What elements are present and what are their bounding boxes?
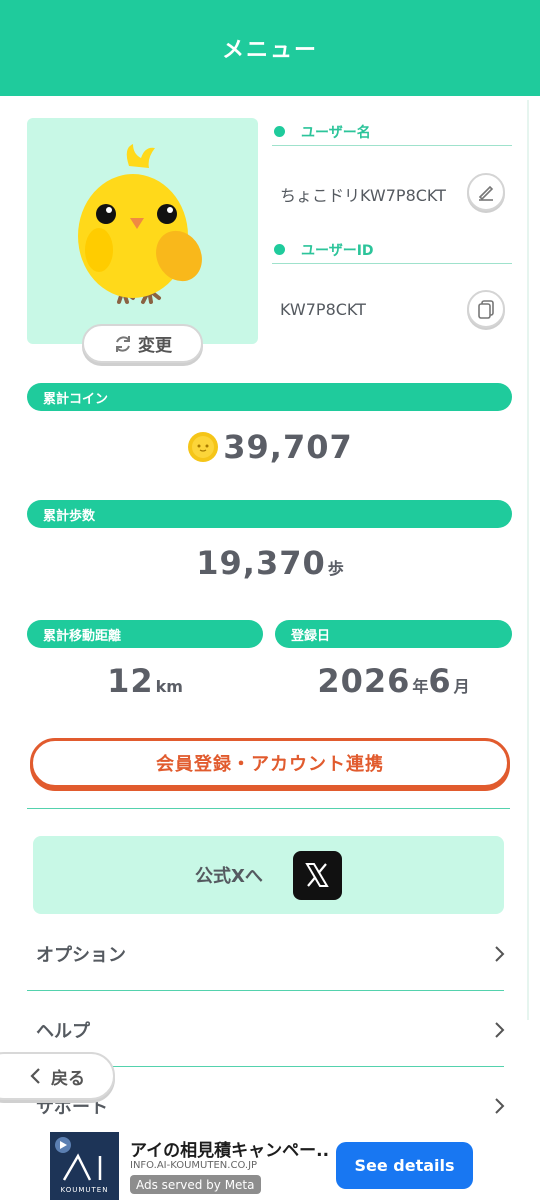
divider	[27, 808, 510, 809]
menu-item-label: ヘルプ	[36, 1021, 90, 1042]
username-label: ユーザー名	[301, 124, 371, 141]
change-avatar-label: 変更	[138, 336, 172, 356]
registered-stat: 2026 年 6 月	[275, 662, 512, 700]
official-x-label: 公式Xへ	[195, 866, 263, 887]
menu-item-options[interactable]: オプション	[36, 934, 506, 974]
app-header: メニュー	[0, 0, 540, 96]
back-label: 戻る	[51, 1068, 85, 1089]
register-account-button[interactable]: 会員登録・アカウント連携	[30, 738, 510, 788]
distance-stat: 12 km	[27, 662, 263, 700]
menu-item-label: オプション	[36, 945, 126, 966]
registered-month-unit: 月	[453, 677, 470, 696]
copy-icon	[478, 300, 494, 319]
bullet-dot	[274, 126, 285, 137]
steps-header: 累計歩数	[27, 500, 512, 528]
distance-value: 12	[107, 662, 154, 700]
userid-value: KW7P8CKT	[280, 300, 366, 319]
coins-value: 39,707	[223, 428, 353, 466]
official-x-link[interactable]: 公式Xへ	[33, 836, 504, 914]
chevron-right-icon	[495, 946, 505, 962]
steps-value: 19,370	[196, 544, 326, 582]
edit-username-button[interactable]	[467, 173, 505, 211]
back-button[interactable]: 戻る	[0, 1052, 115, 1100]
username-value: ちょこドリKW7P8CKT	[280, 186, 446, 205]
chevron-right-icon	[495, 1098, 505, 1114]
ad-logo-text: KOUMUTEN	[60, 1186, 109, 1194]
refresh-icon	[116, 335, 130, 352]
userid-label-row: ユーザーID	[272, 236, 512, 264]
chevron-left-icon	[30, 1068, 40, 1084]
divider	[27, 990, 504, 991]
steps-unit: 歩	[327, 559, 344, 578]
coins-stat: 39,707	[0, 428, 540, 466]
coin-icon	[188, 432, 219, 462]
avatar	[27, 118, 258, 344]
userid-label: ユーザーID	[301, 242, 374, 259]
registered-header: 登録日	[275, 620, 512, 648]
distance-unit: km	[155, 677, 183, 696]
menu-screen: メニュー 変更 ユーザー名 ちょこドリKW7P8CKT ユーザーID KW7P8…	[0, 0, 540, 1200]
username-label-row: ユーザー名	[272, 118, 512, 146]
coins-header: 累計コイン	[27, 383, 512, 411]
change-avatar-button[interactable]: 変更	[82, 324, 203, 363]
page-title: メニュー	[221, 38, 318, 63]
x-logo-icon	[292, 850, 342, 900]
ad-image[interactable]: KOUMUTEN	[50, 1132, 119, 1200]
steps-stat: 19,370 歩	[0, 544, 540, 582]
chick-avatar-icon	[78, 144, 202, 304]
menu-item-help[interactable]: ヘルプ	[36, 1010, 506, 1050]
registered-year: 2026	[317, 662, 411, 700]
ad-badge: Ads served by Meta	[130, 1175, 261, 1194]
ad-see-details-button[interactable]: See details	[336, 1142, 473, 1189]
registered-year-unit: 年	[412, 677, 429, 696]
copy-userid-button[interactable]	[467, 290, 505, 328]
ad-url[interactable]: INFO.AI-KOUMUTEN.CO.JP	[130, 1160, 257, 1171]
bullet-dot	[274, 244, 285, 255]
ad-banner[interactable]: KOUMUTEN アイの相見積キャンペー... INFO.AI-KOUMUTEN…	[0, 1128, 540, 1200]
chevron-right-icon	[495, 1022, 505, 1038]
ad-title[interactable]: アイの相見積キャンペー...	[130, 1136, 330, 1161]
pencil-icon	[478, 185, 494, 201]
registered-month: 6	[428, 662, 452, 700]
distance-header: 累計移動距離	[27, 620, 263, 648]
